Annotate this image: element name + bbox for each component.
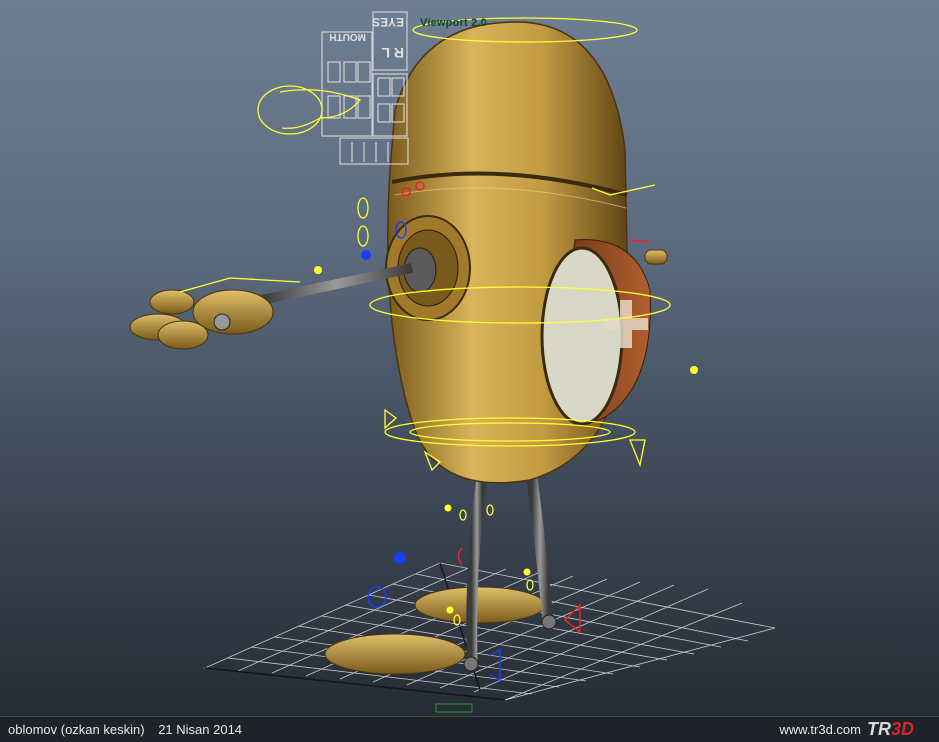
head-control: [257, 85, 323, 135]
eyes-label: EYES: [372, 15, 404, 29]
date-text: 21 Nisan 2014: [158, 722, 243, 737]
floor-grid: [203, 562, 776, 701]
axis-gizmo: [435, 703, 473, 713]
robot-body: [385, 21, 668, 484]
logo-accent: 3D: [891, 719, 915, 739]
right-foot: [414, 586, 546, 624]
left-leg: [466, 472, 488, 666]
viewport-scene: EYES R L MOUTH: [129, 11, 776, 713]
left-foot: [324, 633, 466, 675]
rl-label: R L: [381, 45, 404, 61]
tr3d-logo: TR3D: [867, 719, 933, 739]
logo-text: TR: [867, 719, 891, 739]
viewport-label: Viewport 2.0: [420, 17, 487, 29]
mouth-label: MOUTH: [329, 31, 366, 42]
footer-bar: oblomov (ozkan keskin) 21 Nisan 2014 www…: [0, 716, 939, 742]
credit-line: oblomov (ozkan keskin) 21 Nisan 2014: [8, 722, 252, 737]
author-text: oblomov (ozkan keskin): [8, 722, 145, 737]
site-link[interactable]: www.tr3d.com: [779, 722, 861, 737]
maya-viewport[interactable]: EYES R L MOUTH Viewport 2.0: [0, 0, 939, 716]
robot-hand: [129, 289, 274, 350]
